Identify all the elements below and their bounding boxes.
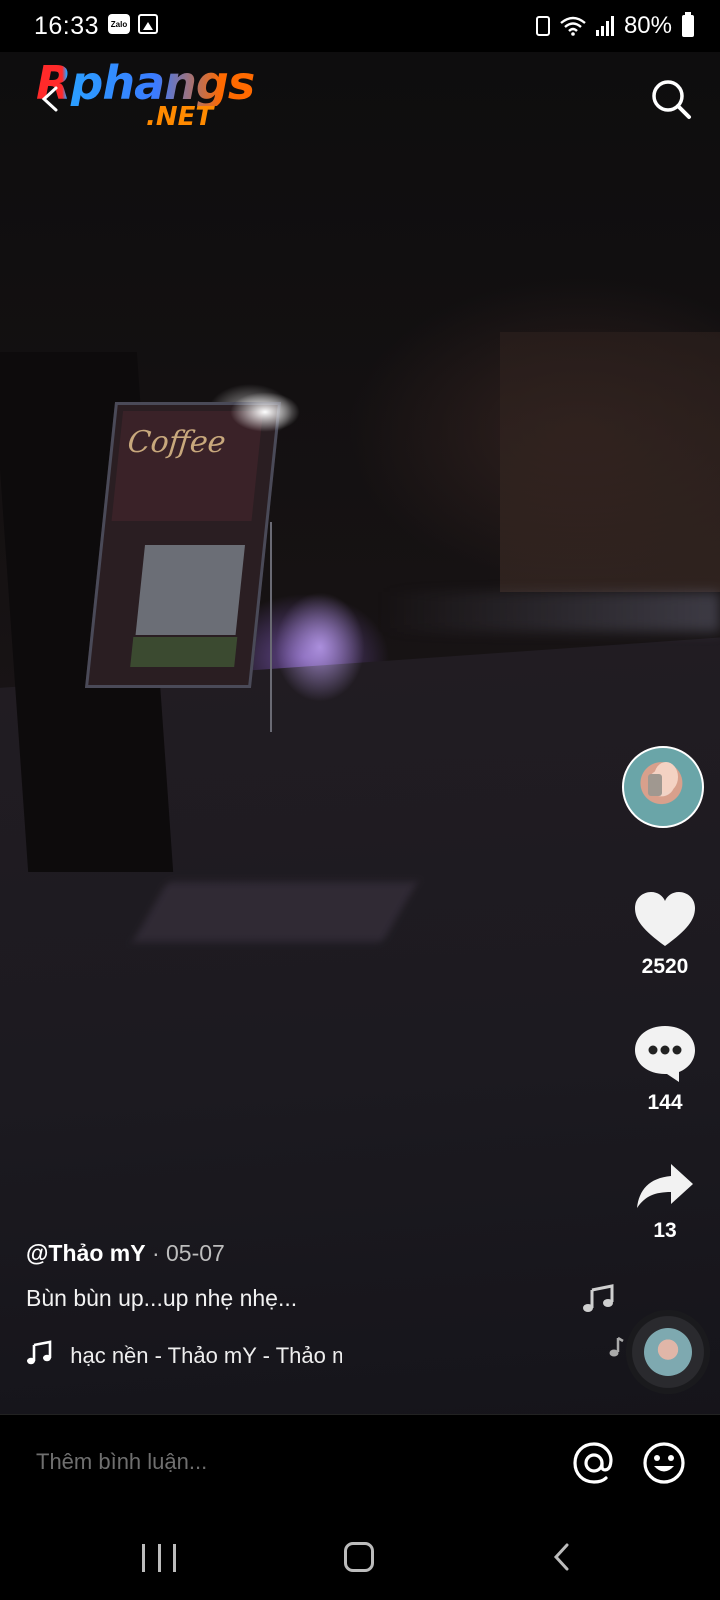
search-icon[interactable] <box>650 78 692 120</box>
purple-light-glow <box>275 592 365 702</box>
music-icon <box>26 1340 52 1372</box>
floor-light-patch <box>132 882 418 942</box>
status-right: 80% <box>535 12 694 40</box>
video-caption: @Thảo mY · 05-07 Bùn bùn up...up nhẹ nhẹ… <box>26 1240 297 1312</box>
battery-percent: 80% <box>623 12 672 39</box>
music-note-icon <box>580 1284 614 1314</box>
share-button[interactable]: 13 <box>620 1162 710 1243</box>
status-bar: 16:33 Zalo 80% <box>0 0 720 52</box>
gallery-icon <box>138 14 158 34</box>
watermark-line1: Rphangs <box>36 56 255 110</box>
back-arrow-icon[interactable] <box>36 84 66 114</box>
at-icon[interactable] <box>572 1441 616 1485</box>
creator-line: @Thảo mY · 05-07 <box>26 1240 297 1267</box>
system-nav-bar <box>0 1514 720 1600</box>
comment-bubble-icon <box>620 1024 710 1089</box>
comment-button[interactable]: 144 <box>620 1024 710 1115</box>
battery-icon <box>682 12 694 37</box>
share-count: 13 <box>653 1219 677 1242</box>
recents-icon[interactable] <box>142 1544 176 1574</box>
coffee-sign-text: Coffee <box>125 425 228 460</box>
comment-count: 144 <box>647 1091 683 1114</box>
comment-input[interactable]: Thêm bình luận... <box>36 1449 207 1475</box>
post-date: · 05-07 <box>145 1240 225 1266</box>
share-arrow-icon <box>620 1162 710 1217</box>
video-player[interactable]: Coffee <box>0 52 720 1414</box>
smile-icon[interactable] <box>642 1441 686 1485</box>
watermark-logo: Rphangs .NET <box>36 56 255 132</box>
creator-avatar[interactable] <box>622 746 704 828</box>
road-light <box>380 592 720 632</box>
music-note-small-icon <box>608 1336 624 1358</box>
comment-input-bar[interactable]: Thêm bình luận... <box>0 1414 720 1515</box>
signal-icon <box>595 16 614 36</box>
home-icon[interactable] <box>344 1542 374 1572</box>
street-lamp <box>230 392 300 432</box>
heart-icon <box>620 890 710 953</box>
wifi-icon <box>560 16 586 36</box>
music-disc-cover <box>644 1328 692 1376</box>
status-time: 16:33 <box>34 12 100 40</box>
notification-icons: Zalo <box>108 14 158 34</box>
like-button[interactable]: 2520 <box>620 890 710 979</box>
background-building <box>500 332 720 592</box>
nav-back-icon[interactable] <box>548 1542 578 1572</box>
lock-icon <box>535 16 550 36</box>
music-info[interactable]: nhạc nền - Thảo mY - Thảo mY <box>26 1340 342 1372</box>
coffee-sign: Coffee <box>84 402 282 688</box>
like-count: 2520 <box>641 955 689 978</box>
music-disc[interactable] <box>626 1310 710 1394</box>
creator-username[interactable]: @Thảo mY <box>26 1240 146 1266</box>
music-track-name: nhạc nền - Thảo mY - Thảo mY <box>70 1343 342 1368</box>
zalo-icon: Zalo <box>108 14 130 34</box>
video-description[interactable]: Bùn bùn up...up nhẹ nhẹ... <box>26 1285 297 1312</box>
